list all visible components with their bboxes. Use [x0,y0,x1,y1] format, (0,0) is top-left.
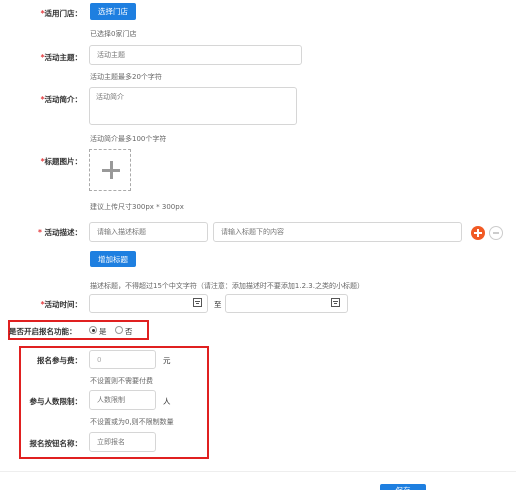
description-label: * 活动描述： [37,228,82,237]
select-stores-button[interactable]: 选择门店 [90,3,136,20]
save-button[interactable]: 保存 [380,484,426,490]
stores-hint: 已选择0家门店 [90,30,137,38]
description-title-input[interactable] [89,222,208,242]
footer-divider [0,471,516,472]
fee-unit: 元 [163,356,171,365]
button-name-label: 报名按钮名称： [29,439,83,448]
intro-hint: 活动简介最多100个字符 [90,135,167,143]
intro-textarea[interactable] [89,87,297,125]
signup-no-label[interactable]: 否 [125,326,133,337]
limit-label: 参与人数限制： [29,397,83,406]
date-separator: 至 [214,300,222,309]
signup-no-radio[interactable] [115,326,123,334]
start-date-input[interactable] [89,294,208,313]
intro-label: *活动简介： [40,95,82,104]
fee-input[interactable]: 0 [89,350,156,369]
fee-hint: 不设置则不需要付费 [90,377,153,385]
plus-icon [102,161,120,179]
limit-input[interactable] [89,390,156,410]
image-upload-box[interactable] [89,149,131,191]
add-title-button[interactable]: 增加标题 [90,251,136,267]
limit-hint: 不设置或为0,则不限制数量 [90,418,174,426]
signup-yes-radio[interactable] [89,326,97,334]
calendar-icon[interactable] [193,298,202,307]
fee-label: 报名参与费： [37,356,82,365]
stores-label: *适用门店： [40,9,82,18]
limit-unit: 人 [163,397,171,406]
title-image-label: *标题图片： [40,157,82,166]
end-date-input[interactable] [225,294,348,313]
description-hint: 描述标题，不得超过15个中文字符（请注意：添加描述时不要添加1.2.3.之类的小… [90,282,364,290]
theme-input[interactable] [89,45,302,65]
description-content-input[interactable] [213,222,462,242]
calendar-icon[interactable] [331,298,340,307]
theme-label: *活动主题： [40,53,82,62]
theme-hint: 活动主题最多20个字符 [90,73,162,81]
remove-description-icon[interactable] [489,226,503,240]
title-image-hint: 建议上传尺寸300px * 300px [90,203,184,211]
button-name-input[interactable] [89,432,156,452]
add-description-icon[interactable] [471,226,485,240]
time-label: *活动时间： [40,300,82,309]
signup-label: 是否开启报名功能： [9,327,77,336]
signup-yes-label[interactable]: 是 [99,326,107,337]
